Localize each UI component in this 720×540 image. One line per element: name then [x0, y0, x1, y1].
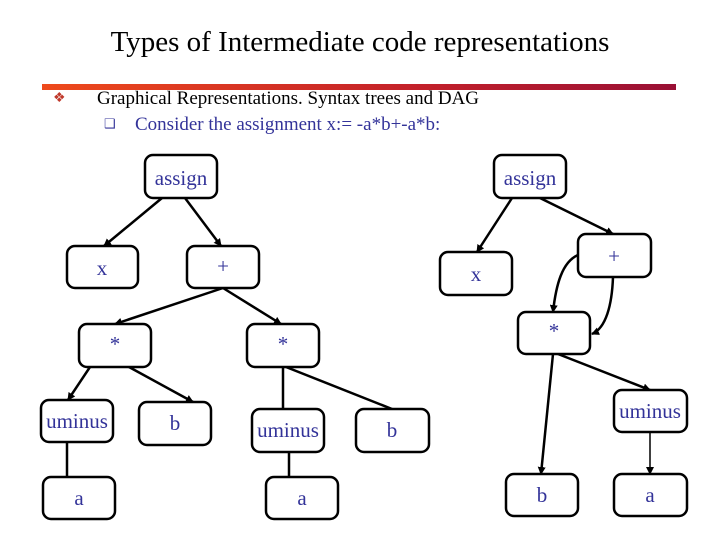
node-mul-left: * — [77, 322, 153, 369]
node-label: b — [387, 418, 398, 442]
dag-node-uminus: uminus — [612, 388, 689, 434]
dag-node-assign: assign — [492, 153, 568, 200]
dag-node-x: x — [438, 250, 514, 297]
node-label: a — [74, 486, 84, 510]
node-label: x — [471, 262, 482, 286]
edge — [66, 366, 92, 401]
node-label: x — [97, 256, 108, 280]
node-x: x — [65, 244, 140, 290]
node-label: b — [170, 411, 181, 435]
node-label: assign — [504, 166, 557, 190]
node-label: * — [278, 332, 289, 356]
node-label: uminus — [46, 409, 108, 433]
node-label: * — [549, 319, 560, 343]
diagram-canvas: assign x + * * uminus b uminus b a a ass… — [39, 153, 689, 521]
node-b-left: b — [137, 400, 213, 447]
edge — [475, 197, 514, 253]
edge — [103, 197, 163, 247]
node-label: uminus — [257, 418, 319, 442]
node-uminus-right: uminus — [250, 407, 326, 454]
node-label: uminus — [619, 399, 681, 423]
node-label: assign — [155, 166, 208, 190]
node-a-left: a — [41, 475, 117, 521]
edge — [285, 365, 393, 411]
dag-node-a: a — [612, 472, 689, 518]
node-mul-right: * — [245, 322, 321, 369]
edge — [591, 276, 615, 336]
node-b-right: b — [354, 407, 431, 454]
node-label: a — [297, 486, 307, 510]
node-label: b — [537, 483, 548, 507]
dag-node-b: b — [504, 472, 580, 518]
node-uminus-left: uminus — [39, 398, 115, 444]
edge — [557, 352, 651, 392]
edge — [114, 286, 224, 326]
edge — [537, 353, 555, 475]
node-label: * — [110, 332, 121, 356]
edge — [222, 286, 282, 326]
syntax-tree: assign x + * * uminus b uminus b a a — [39, 153, 431, 521]
node-label: + — [608, 244, 620, 268]
dag-node-plus: + — [576, 232, 653, 279]
dag-node-mul: * — [516, 310, 592, 356]
node-label: a — [645, 483, 655, 507]
edge — [184, 197, 222, 247]
edge — [128, 365, 194, 404]
edge — [539, 196, 614, 236]
node-a-right: a — [264, 475, 340, 521]
node-assign: assign — [143, 153, 219, 200]
node-label: + — [217, 254, 229, 278]
node-plus: + — [185, 244, 261, 290]
edge — [549, 253, 579, 313]
